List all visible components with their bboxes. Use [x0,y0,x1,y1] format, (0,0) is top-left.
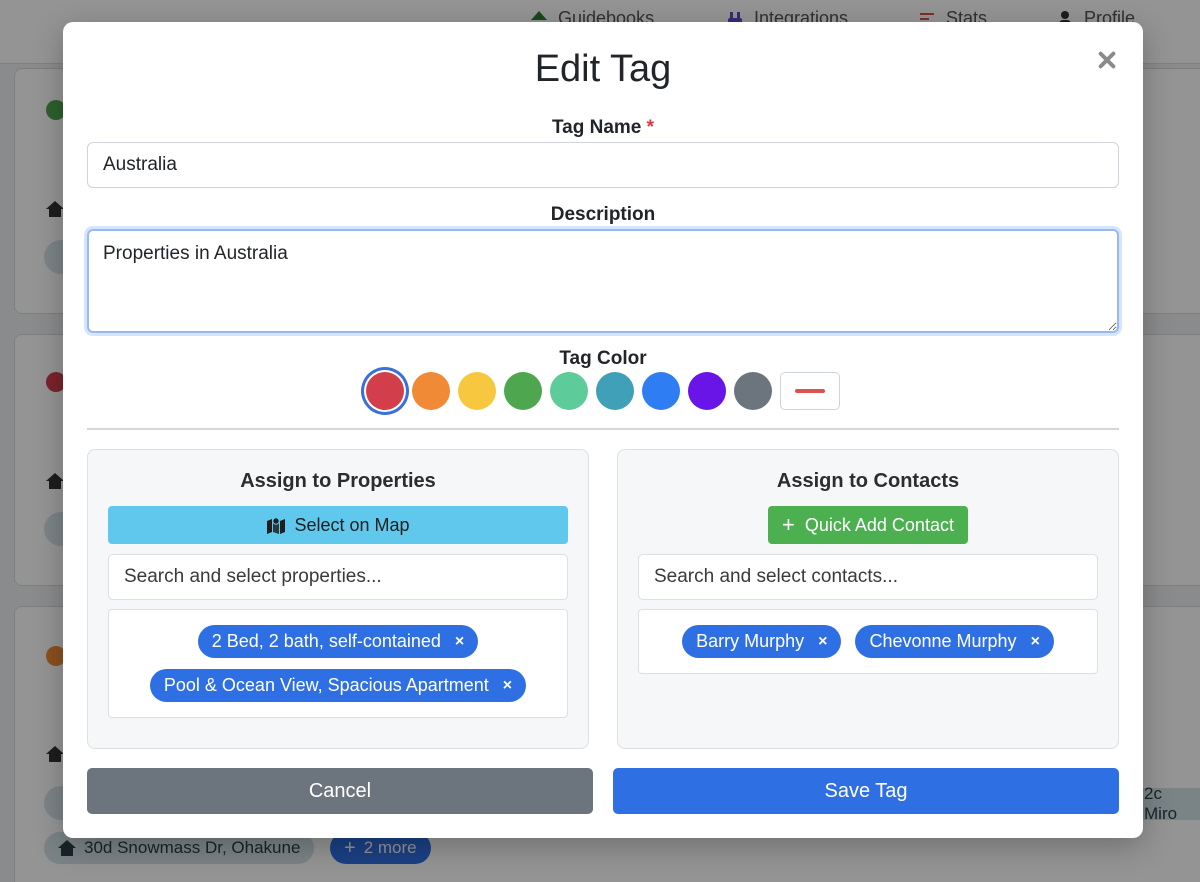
color-swatch-teal[interactable] [550,372,588,410]
property-chip: 2 Bed, 2 bath, self-contained × [197,625,479,658]
color-swatch-purple[interactable] [688,372,726,410]
quick-add-contact-button[interactable]: + Quick Add Contact [768,506,968,544]
color-swatch-orange[interactable] [412,372,450,410]
minus-icon [795,389,825,393]
selected-contacts: Barry Murphy × Chevonne Murphy × [638,609,1098,674]
edit-tag-modal: Edit Tag Tag Name * Description Properti… [63,22,1143,838]
contact-search-input[interactable] [638,554,1098,600]
cancel-button[interactable]: Cancel [87,768,593,814]
assign-properties-title: Assign to Properties [240,470,436,492]
tag-name-label: Tag Name * [551,117,655,138]
assign-properties-panel: Assign to Properties Select on Map 2 Bed… [87,449,589,749]
select-on-map-button[interactable]: Select on Map [108,506,568,544]
required-asterisk: * [646,117,655,138]
divider [87,428,1119,430]
plus-icon: + [782,512,795,537]
tag-name-input[interactable] [87,142,1119,188]
remove-icon[interactable]: × [818,633,827,651]
no-color-button[interactable] [780,372,840,410]
map-icon [267,517,286,534]
remove-icon[interactable]: × [1031,633,1040,651]
selected-properties: 2 Bed, 2 bath, self-contained × Pool & O… [108,609,568,718]
property-chip: Pool & Ocean View, Spacious Apartment × [149,669,527,702]
remove-icon[interactable]: × [503,677,512,695]
description-textarea[interactable]: Properties in Australia [87,229,1119,333]
color-swatch-cyan[interactable] [596,372,634,410]
tag-color-label: Tag Color [559,348,647,369]
contact-chip: Chevonne Murphy × [855,625,1054,658]
color-swatch-gray[interactable] [734,372,772,410]
property-search-input[interactable] [108,554,568,600]
description-label: Description [550,204,656,225]
color-swatch-blue[interactable] [642,372,680,410]
color-swatch-red[interactable] [366,372,404,410]
remove-icon[interactable]: × [455,633,464,651]
color-swatch-green[interactable] [504,372,542,410]
color-swatch-yellow[interactable] [458,372,496,410]
contact-chip: Barry Murphy × [682,625,842,658]
assign-contacts-panel: Assign to Contacts + Quick Add Contact B… [617,449,1119,749]
assign-contacts-title: Assign to Contacts [776,470,960,492]
save-tag-button[interactable]: Save Tag [613,768,1119,814]
modal-title: Edit Tag [534,48,672,90]
color-picker [63,372,1143,410]
